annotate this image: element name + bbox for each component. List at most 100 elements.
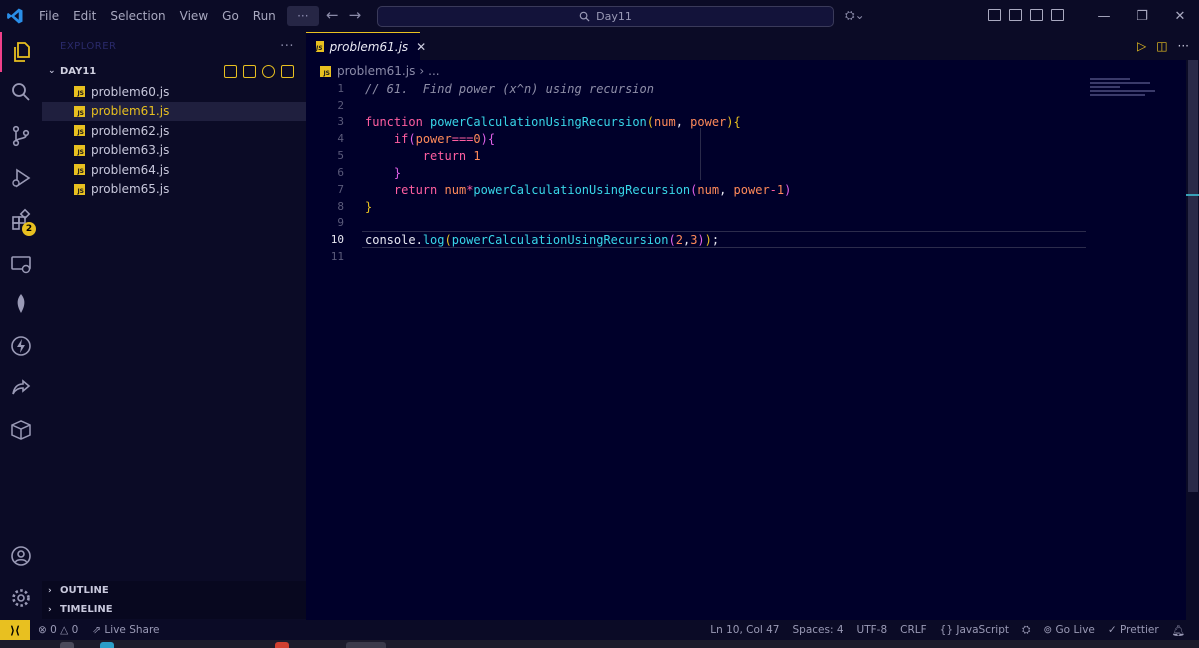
file-problem64[interactable]: JS problem64.js: [42, 160, 306, 180]
close-tab-icon[interactable]: ✕: [416, 40, 426, 54]
indentation[interactable]: Spaces: 4: [792, 624, 843, 636]
line-number: 7: [337, 183, 344, 196]
vscode-logo-icon[interactable]: [0, 0, 30, 32]
code-line: 1 // 61. Find power (x^n) using recursio…: [306, 80, 1186, 97]
scrollbar-thumb[interactable]: [1188, 60, 1198, 492]
param-token: num: [654, 114, 676, 129]
folder-day11[interactable]: ⌄ DAY11: [42, 60, 306, 82]
object-token: console: [365, 232, 416, 247]
chevron-down-icon: ⌄: [48, 66, 56, 76]
file-problem60[interactable]: JS problem60.js: [42, 82, 306, 102]
editor-scrollbar[interactable]: [1186, 60, 1199, 620]
back-arrow-icon[interactable]: ←: [326, 6, 339, 24]
code-line: 9: [306, 214, 1186, 231]
split-editor-icon[interactable]: ◫: [1156, 39, 1167, 53]
menu-edit[interactable]: Edit: [66, 0, 103, 32]
variable-token: power: [733, 182, 770, 197]
close-window-icon[interactable]: ✕: [1161, 0, 1199, 32]
collapse-all-icon[interactable]: [281, 64, 294, 78]
explorer-header: EXPLORER ···: [42, 32, 306, 60]
menu-run[interactable]: Run: [246, 0, 283, 32]
toggle-secondary-sidebar-icon[interactable]: [1051, 9, 1064, 21]
folder-label: DAY11: [60, 65, 97, 77]
activity-bar: 2: [0, 32, 42, 620]
param-token: power: [690, 114, 727, 129]
search-icon[interactable]: [0, 72, 42, 112]
go-live-button[interactable]: ⊚ Go Live: [1043, 624, 1094, 636]
file-label: problem63.js: [91, 143, 170, 158]
copilot-status-icon[interactable]: ⛭: [1022, 624, 1030, 637]
encoding[interactable]: UTF-8: [857, 624, 888, 636]
variable-token: num: [444, 182, 467, 197]
menu-file[interactable]: File: [32, 0, 66, 32]
restore-icon[interactable]: ❐: [1123, 0, 1161, 32]
source-control-icon[interactable]: [0, 116, 42, 156]
refresh-icon[interactable]: [262, 64, 275, 78]
minimize-icon[interactable]: —: [1085, 0, 1123, 32]
run-debug-icon[interactable]: [0, 158, 42, 198]
line-content: return num*powerCalculationUsingRecursio…: [393, 182, 792, 197]
notifications-bell-icon[interactable]: 🔔︎: [1172, 624, 1185, 637]
file-problem63[interactable]: JS problem63.js: [42, 141, 306, 161]
timeline-section[interactable]: › TIMELINE: [42, 600, 306, 619]
line-content: return 1: [365, 149, 481, 163]
explorer-more-button[interactable]: ···: [280, 39, 294, 54]
package-icon[interactable]: [0, 410, 42, 450]
explorer-icon[interactable]: [0, 32, 42, 72]
cursor-position[interactable]: Ln 10, Col 47: [710, 624, 779, 636]
code-line: 5 return 1: [306, 147, 1186, 164]
command-center-search[interactable]: Day11: [377, 6, 834, 27]
taskbar-app-icon[interactable]: [275, 642, 289, 648]
editor-actions: ▷ ◫ ···: [1137, 39, 1189, 53]
mongodb-icon[interactable]: [0, 284, 42, 324]
toggle-sidebar-icon[interactable]: [1009, 9, 1022, 21]
new-file-icon[interactable]: [224, 64, 237, 78]
line-content: // 61. Find power (x^n) using recursion: [365, 82, 654, 96]
file-label: problem62.js: [91, 123, 170, 138]
search-icon: [579, 11, 590, 22]
breadcrumb-file[interactable]: problem61.js: [337, 64, 415, 78]
code-line: 2: [306, 97, 1186, 114]
run-code-icon[interactable]: ▷: [1137, 39, 1146, 53]
forward-arrow-icon[interactable]: →: [349, 6, 362, 24]
taskbar-app-icon[interactable]: [60, 642, 74, 648]
os-taskbar: [0, 640, 1199, 648]
line-number: 5: [337, 149, 344, 162]
new-folder-icon[interactable]: [243, 64, 256, 78]
file-problem61[interactable]: JS problem61.js: [42, 101, 306, 121]
problems-indicator[interactable]: ⊗ 0 △ 0: [38, 624, 78, 636]
menu-more-button[interactable]: ···: [286, 6, 319, 26]
status-left: ⊗ 0 △ 0 ⇗ Live Share: [38, 624, 160, 636]
menu-selection[interactable]: Selection: [103, 0, 172, 32]
accounts-icon[interactable]: [0, 536, 42, 576]
live-share-status[interactable]: ⇗ Live Share: [92, 624, 159, 636]
layout-controls: [988, 9, 1064, 21]
keyword-token: return: [393, 182, 438, 197]
menu-view[interactable]: View: [173, 0, 215, 32]
settings-gear-icon[interactable]: [0, 578, 42, 618]
thunder-client-icon[interactable]: [0, 326, 42, 366]
line-number: 4: [337, 132, 344, 145]
extensions-icon[interactable]: 2: [0, 200, 42, 240]
menu-go[interactable]: Go: [215, 0, 246, 32]
copilot-icon[interactable]: ⛭⌄: [845, 8, 865, 23]
tab-problem61[interactable]: JS problem61.js ✕: [306, 32, 426, 60]
file-problem65[interactable]: JS problem65.js: [42, 180, 306, 200]
toggle-panel-icon[interactable]: [1030, 9, 1043, 21]
remote-explorer-icon[interactable]: [0, 244, 42, 284]
editor-more-icon[interactable]: ···: [1178, 39, 1189, 53]
live-share-icon[interactable]: [0, 368, 42, 408]
remote-indicator-icon[interactable]: ⟩⟨: [0, 620, 30, 640]
file-problem62[interactable]: JS problem62.js: [42, 121, 306, 141]
minimap[interactable]: [1090, 78, 1160, 108]
line-number: 11: [330, 250, 344, 263]
line-ending[interactable]: CRLF: [900, 624, 927, 636]
code-editor[interactable]: 1 // 61. Find power (x^n) using recursio…: [306, 80, 1186, 620]
breadcrumb-symbol[interactable]: ...: [428, 64, 439, 78]
taskbar-app-icon[interactable]: [346, 642, 386, 648]
outline-section[interactable]: › OUTLINE: [42, 581, 306, 600]
language-mode[interactable]: {} JavaScript: [940, 624, 1009, 636]
taskbar-app-icon[interactable]: [100, 642, 114, 648]
customize-layout-icon[interactable]: [988, 9, 1001, 21]
prettier-status[interactable]: ✓ Prettier: [1108, 624, 1159, 636]
